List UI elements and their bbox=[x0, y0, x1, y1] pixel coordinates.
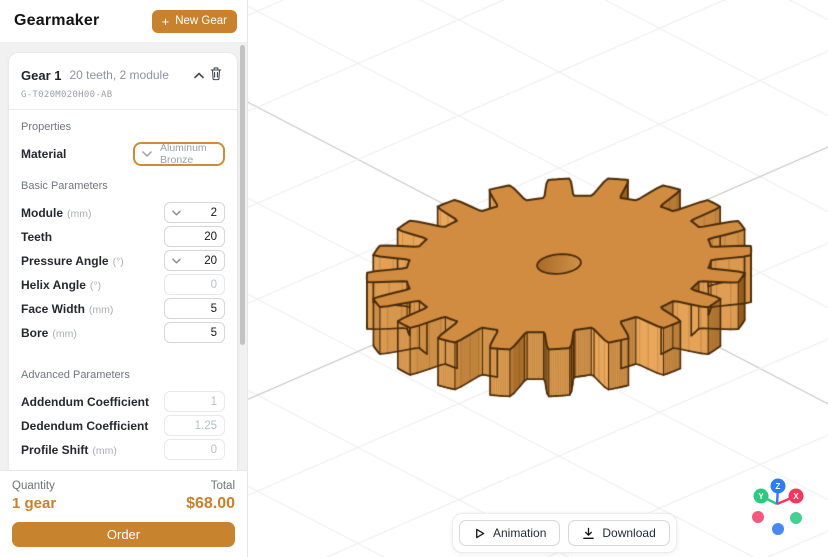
total-value: $68.00 bbox=[186, 495, 235, 513]
z-axis-ball[interactable]: Z bbox=[771, 479, 786, 494]
sidebar-scroll-area[interactable]: Gear 1 20 teeth, 2 module bbox=[0, 42, 247, 470]
chevron-down-icon bbox=[142, 148, 152, 160]
play-icon bbox=[473, 527, 486, 540]
addendum-row: Addendum Coefficient 1 bbox=[21, 391, 225, 412]
gear-card-header: Gear 1 20 teeth, 2 module bbox=[9, 53, 237, 109]
material-row: Material Aluminum Bronze bbox=[21, 143, 225, 164]
sidebar: Gearmaker + New Gear Gear 1 20 teeth, 2 … bbox=[0, 0, 248, 557]
download-button[interactable]: Download bbox=[568, 520, 669, 546]
face-width-row: Face Width(mm) 5 bbox=[21, 298, 225, 319]
material-value: Aluminum Bronze bbox=[160, 142, 216, 166]
helix-angle-row: Helix Angle(°) 0 bbox=[21, 274, 225, 295]
animation-button[interactable]: Animation bbox=[459, 520, 560, 546]
addendum-label: Addendum Coefficient bbox=[21, 395, 149, 409]
teeth-row: Teeth 20 bbox=[21, 226, 225, 247]
addendum-input: 1 bbox=[164, 391, 225, 412]
gear-name: Gear 1 bbox=[21, 68, 61, 83]
face-width-input[interactable]: 5 bbox=[164, 298, 225, 319]
profile-shift-input: 0 bbox=[164, 439, 225, 460]
svg-text:X: X bbox=[793, 492, 799, 501]
section-properties: Properties Material Aluminum Bronze bbox=[9, 110, 237, 169]
teeth-label: Teeth bbox=[21, 230, 52, 244]
helix-angle-label: Helix Angle(°) bbox=[21, 278, 101, 292]
face-width-label: Face Width(mm) bbox=[21, 302, 113, 316]
profile-shift-row: Profile Shift(mm) 0 bbox=[21, 439, 225, 460]
x-axis-ball[interactable]: X bbox=[789, 489, 804, 504]
y-axis-ball[interactable]: Y bbox=[754, 489, 769, 504]
pressure-angle-label: Pressure Angle(°) bbox=[21, 254, 124, 268]
order-footer: Quantity Total 1 gear $68.00 Order bbox=[0, 470, 247, 557]
pressure-angle-row: Pressure Angle(°) 20 bbox=[21, 250, 225, 271]
orientation-gizmo[interactable]: Z Y X bbox=[745, 470, 815, 545]
gearmaker-app: Gearmaker + New Gear Gear 1 20 teeth, 2 … bbox=[0, 0, 828, 557]
svg-text:Z: Z bbox=[776, 482, 781, 491]
chevron-up-icon bbox=[193, 68, 205, 83]
dedendum-label: Dedendum Coefficient bbox=[21, 419, 148, 433]
viewer-3d-canvas[interactable] bbox=[248, 0, 828, 557]
new-gear-button[interactable]: + New Gear bbox=[152, 10, 237, 33]
section-basic-parameters: Basic Parameters Module(mm) 2 Teeth 20 bbox=[9, 169, 237, 348]
helix-angle-input: 0 bbox=[164, 274, 225, 295]
animation-label: Animation bbox=[493, 526, 546, 540]
delete-gear-button[interactable] bbox=[207, 64, 225, 86]
neg-y-axis-dot[interactable] bbox=[790, 512, 802, 524]
quantity-value: 1 gear bbox=[12, 495, 56, 512]
trash-icon bbox=[209, 66, 223, 84]
gear-card: Gear 1 20 teeth, 2 module bbox=[8, 52, 238, 470]
sidebar-scrollbar[interactable] bbox=[240, 45, 245, 345]
profile-shift-label: Profile Shift(mm) bbox=[21, 443, 117, 457]
collapse-button[interactable] bbox=[191, 66, 207, 85]
svg-text:Y: Y bbox=[758, 492, 764, 501]
top-bar: Gearmaker + New Gear bbox=[0, 0, 247, 42]
gear-code: G-T020M020H00-AB bbox=[21, 90, 225, 100]
properties-heading: Properties bbox=[21, 121, 225, 133]
plus-icon: + bbox=[162, 15, 170, 28]
download-icon bbox=[582, 527, 595, 540]
material-label: Material bbox=[21, 147, 66, 161]
advanced-parameters-heading: Advanced Parameters bbox=[21, 369, 225, 381]
basic-parameters-heading: Basic Parameters bbox=[21, 180, 225, 192]
quantity-label: Quantity bbox=[12, 480, 55, 492]
neg-z-axis-dot[interactable] bbox=[772, 523, 784, 535]
download-label: Download bbox=[602, 526, 655, 540]
teeth-input[interactable]: 20 bbox=[164, 226, 225, 247]
neg-x-axis-dot[interactable] bbox=[752, 511, 764, 523]
bore-input[interactable]: 5 bbox=[164, 322, 225, 343]
section-advanced-parameters: Advanced Parameters Addendum Coefficient… bbox=[9, 358, 237, 465]
viewer-controls: Animation Download bbox=[452, 513, 677, 553]
page-title: Gearmaker bbox=[14, 12, 99, 30]
bore-label: Bore(mm) bbox=[21, 326, 77, 340]
pressure-angle-input[interactable]: 20 bbox=[164, 250, 225, 271]
chevron-down-icon bbox=[172, 210, 181, 216]
material-select[interactable]: Aluminum Bronze bbox=[133, 142, 225, 166]
new-gear-label: New Gear bbox=[175, 15, 227, 27]
gear-summary: 20 teeth, 2 module bbox=[69, 68, 191, 82]
module-row: Module(mm) 2 bbox=[21, 202, 225, 223]
dedendum-input: 1.25 bbox=[164, 415, 225, 436]
order-button[interactable]: Order bbox=[12, 522, 235, 547]
total-label: Total bbox=[211, 480, 235, 492]
dedendum-row: Dedendum Coefficient 1.25 bbox=[21, 415, 225, 436]
module-input[interactable]: 2 bbox=[164, 202, 225, 223]
chevron-down-icon bbox=[172, 258, 181, 264]
bore-row: Bore(mm) 5 bbox=[21, 322, 225, 343]
module-label: Module(mm) bbox=[21, 206, 92, 220]
